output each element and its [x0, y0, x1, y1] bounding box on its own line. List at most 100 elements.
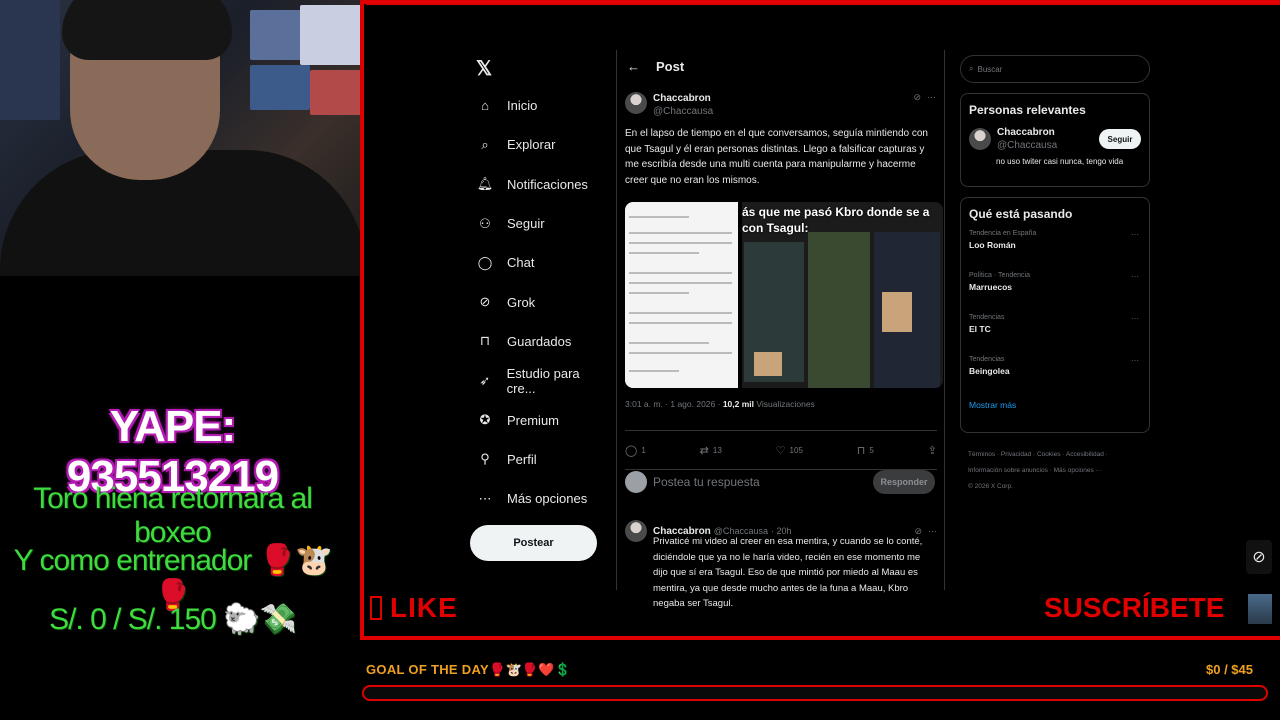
sidebar-item-bell[interactable]: 🔔︎ Notificaciones — [470, 165, 610, 204]
views-label: Visualizaciones — [756, 399, 815, 409]
reply-action[interactable]: ◯ 1 — [625, 444, 646, 457]
avatar — [625, 471, 647, 493]
search-icon: ⌕ — [969, 64, 974, 73]
like-action[interactable]: ♡ 105 — [776, 444, 803, 457]
avatar[interactable] — [969, 128, 991, 150]
more-circle-icon: ⋯ — [478, 490, 492, 506]
sidebar-item-more-circle[interactable]: ⋯ Más opciones — [470, 479, 610, 518]
post-author: Chaccabron @Chaccausa ⊘ ··· — [617, 82, 944, 118]
grok-icon[interactable]: ⊘ — [913, 92, 921, 103]
more-icon[interactable]: ··· — [928, 526, 937, 536]
post-button[interactable]: Postear — [470, 525, 597, 561]
footer-line[interactable]: Términos · Privacidad · Cookies · Accesi… — [968, 447, 1148, 463]
sidebar-item-label: Guardados — [507, 333, 572, 349]
sidebar-item-label: Chat — [507, 255, 535, 271]
repost-icon: ⇄ — [699, 444, 709, 457]
post-header: ← Post — [617, 50, 944, 82]
bookmark-icon: ⊓ — [479, 333, 491, 349]
post-meta: 3:01 a. m. · 1 ago. 2026 · 10,2 mil Visu… — [625, 399, 815, 409]
sidebar-item-home[interactable]: ⌂ Inicio — [470, 86, 610, 125]
repost-count: 13 — [712, 445, 722, 455]
sidebar-item-chat[interactable]: ◯ Chat — [470, 243, 610, 282]
more-icon[interactable]: ··· — [1131, 314, 1139, 323]
author-name[interactable]: Chaccabron — [653, 92, 713, 105]
post-media[interactable]: ás que me pasó Kbro donde se a con Tsagu… — [625, 202, 943, 388]
page-title: Post — [656, 58, 685, 74]
trend-category: Tendencias — [969, 314, 1005, 321]
like-banner: LIKE — [370, 592, 458, 624]
trend-category: Política · Tendencia — [969, 272, 1030, 279]
reply-post[interactable]: Chaccabron @Chaccausa · 20h ⊘ ··· Privat… — [625, 520, 937, 612]
more-icon[interactable]: ··· — [1131, 272, 1139, 281]
relevant-bio: no uso twiter casi nunca, tengo vida — [996, 157, 1124, 166]
avatar[interactable] — [625, 520, 647, 542]
webcam-feed — [0, 0, 366, 276]
show-more-link[interactable]: Mostrar más — [961, 398, 1149, 412]
media-screenshot-2[interactable]: ás que me pasó Kbro donde se a con Tsagu… — [742, 202, 943, 388]
rocket-icon: ➶ — [479, 372, 491, 388]
avatar[interactable] — [625, 92, 647, 114]
grok-icon[interactable]: ⊘ — [1246, 540, 1272, 574]
bell-icon: 🔔︎ — [476, 176, 494, 192]
search-icon: ⌕ — [481, 136, 489, 152]
sidebar-item-label: Grok — [507, 294, 536, 310]
trend-item[interactable]: Tendencias Beingolea ··· — [961, 356, 1149, 398]
reply-count: 1 — [641, 445, 646, 455]
like-count: 105 — [789, 445, 803, 455]
grok-icon: ⊘ — [479, 294, 491, 310]
bookmark-count: 5 — [869, 445, 874, 455]
goal-progress-bar — [362, 685, 1268, 701]
trend-item[interactable]: Política · Tendencia Marruecos ··· — [961, 272, 1149, 314]
card-title: Personas relevantes — [969, 103, 1086, 117]
back-arrow-icon[interactable]: ← — [627, 59, 640, 74]
trend-category: Tendencias — [969, 356, 1005, 363]
post-actions: ◯ 1 ⇄ 13 ♡ 105 ⊓ 5 ⇪ — [625, 430, 937, 470]
home-icon: ⌂ — [481, 98, 489, 114]
add-user-icon: ⚇ — [479, 215, 491, 231]
sidebar-item-add-user[interactable]: ⚇ Seguir — [470, 204, 610, 243]
sidebar-item-label: Premium — [507, 412, 560, 428]
sidebar-item-person[interactable]: ⚲ Perfil — [470, 440, 610, 479]
sidebar-item-label: Estudio para cre... — [506, 365, 580, 396]
reply-icon: ◯ — [625, 444, 638, 457]
sidebar-item-rocket[interactable]: ➶ Estudio para cre... — [470, 361, 610, 400]
repost-action[interactable]: ⇄ 13 — [700, 444, 722, 457]
bookmark-action[interactable]: ⊓ 5 — [857, 444, 874, 457]
trend-item[interactable]: Tendencia en España Loo Román ··· — [961, 230, 1149, 272]
footer-line[interactable]: Información sobre anuncios · Más opcione… — [968, 463, 1148, 479]
relevant-people-card: Personas relevantes Chaccabron @Chaccaus… — [960, 93, 1150, 187]
search-placeholder: Buscar — [977, 64, 1003, 74]
share-action[interactable]: ⇪ — [928, 444, 937, 457]
sidebar-item-bookmark[interactable]: ⊓ Guardados — [470, 322, 610, 361]
media-screenshot-1[interactable] — [625, 202, 738, 388]
media-caption: ás que me pasó Kbro donde se a con Tsagu… — [742, 205, 930, 235]
sidebar-item-label: Seguir — [507, 216, 545, 232]
more-icon[interactable]: ··· — [1131, 230, 1139, 239]
search-input[interactable]: ⌕ Buscar — [960, 55, 1150, 83]
relevant-name[interactable]: Chaccabron — [997, 126, 1057, 139]
reply-button[interactable]: Responder — [873, 470, 935, 494]
sidebar-item-verified[interactable]: ✪ Premium — [470, 400, 610, 439]
post-detail-column: ← Post Chaccabron @Chaccausa ⊘ ··· En el… — [616, 50, 945, 609]
trend-name: El TC — [969, 324, 991, 334]
sidebar-item-grok[interactable]: ⊘ Grok — [470, 282, 610, 321]
subscribe-label: SUSCRÍBETE — [1044, 592, 1225, 623]
more-icon[interactable]: ··· — [927, 92, 936, 102]
sidebar-item-label: Notificaciones — [507, 176, 588, 192]
sidebar-item-label: Explorar — [507, 137, 556, 153]
trend-category: Tendencia en España — [969, 230, 1037, 237]
chat-icon: ◯ — [477, 254, 493, 270]
relevant-handle[interactable]: @Chaccausa — [997, 139, 1057, 152]
reply-input[interactable]: Postea tu respuesta — [653, 475, 873, 489]
trend-name: Marruecos — [969, 282, 1012, 292]
sidebar-item-search[interactable]: ⌕ Explorar — [470, 125, 610, 164]
footer-links: Términos · Privacidad · Cookies · Accesi… — [968, 447, 1148, 495]
follow-button[interactable]: Seguir — [1099, 129, 1141, 149]
x-logo-icon[interactable]: 𝕏 — [470, 50, 610, 86]
channel-thumbnail — [1248, 594, 1272, 624]
goal-amount: $0 / $45 — [1206, 662, 1253, 677]
author-handle[interactable]: @Chaccausa — [653, 105, 713, 118]
views-count: 10,2 mil — [722, 399, 755, 409]
trend-item[interactable]: Tendencias El TC ··· — [961, 314, 1149, 356]
more-icon[interactable]: ··· — [1131, 356, 1139, 365]
